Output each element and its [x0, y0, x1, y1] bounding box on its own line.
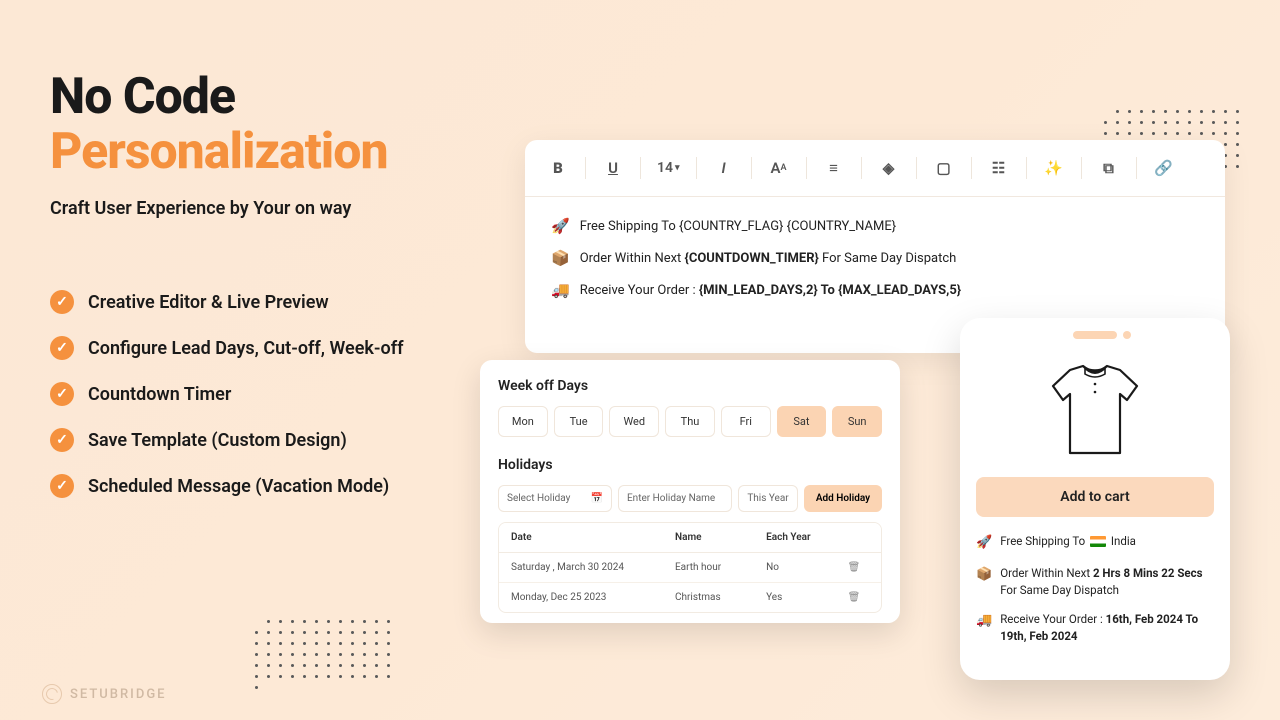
hero-subtitle: Craft User Experience by Your on way [50, 198, 490, 219]
editor-content[interactable]: 🚀 Free Shipping To {COUNTRY_FLAG} {COUNTR… [525, 197, 1225, 323]
table-row: Monday, Dec 25 2023 Christmas Yes 🗑 [499, 583, 881, 612]
holiday-name-input[interactable]: Enter Holiday Name [618, 485, 732, 512]
table-header: Date Name Each Year [499, 523, 881, 553]
col-date: Date [511, 532, 675, 543]
phone-notch [960, 326, 1230, 344]
feature-label: Scheduled Message (Vacation Mode) [88, 476, 389, 497]
cell-date: Saturday , March 30 2024 [511, 562, 675, 573]
feature-label: Creative Editor & Live Preview [88, 292, 329, 313]
cell-each: No [766, 562, 839, 573]
check-icon: ✓ [50, 474, 74, 498]
brand-name: SETUBRIDGE [70, 687, 167, 702]
phone-text: Receive Your Order : 16th, Feb 2024 To 1… [1000, 611, 1214, 646]
day-chip-sat[interactable]: Sat [777, 406, 827, 437]
day-chip-tue[interactable]: Tue [554, 406, 604, 437]
weekoff-card: Week off Days Mon Tue Wed Thu Fri Sat Su… [480, 360, 900, 623]
table-row: Saturday , March 30 2024 Earth hour No 🗑 [499, 553, 881, 583]
add-holiday-button[interactable]: Add Holiday [804, 485, 882, 512]
magic-button[interactable]: ✨ [1039, 154, 1069, 182]
holidays-title: Holidays [498, 457, 882, 473]
copy-button[interactable]: ⧉ [1094, 154, 1124, 182]
editor-text: Receive Your Order : {MIN_LEAD_DAYS,2} T… [580, 283, 961, 298]
weekoff-title: Week off Days [498, 378, 882, 394]
features-list: ✓ Creative Editor & Live Preview ✓ Configu… [50, 290, 404, 520]
phone-text: Order Within Next 2 Hrs 8 Mins 22 Secs F… [1000, 565, 1214, 600]
day-chip-thu[interactable]: Thu [665, 406, 715, 437]
tshirt-icon [1035, 358, 1155, 463]
brand-footer: SETUBRIDGE [42, 684, 167, 704]
phone-messages: 🚀 Free Shipping To India 📦Order Within Ne… [960, 533, 1230, 646]
check-icon: ✓ [50, 290, 74, 314]
package-icon: 📦 [551, 249, 570, 267]
align-button[interactable]: ≡ [819, 154, 849, 182]
phone-preview: Add to cart 🚀 Free Shipping To India 📦Ord… [960, 318, 1230, 680]
font-button[interactable]: AA [764, 154, 794, 182]
truck-icon: 🚚 [551, 281, 570, 299]
cell-name: Christmas [675, 592, 766, 603]
select-holiday-input[interactable]: Select Holiday📅 [498, 485, 612, 512]
link-button[interactable]: 🔗 [1149, 154, 1179, 182]
truck-icon: 🚚 [976, 611, 992, 646]
hero-section: No Code Personalization Craft User Exper… [50, 70, 490, 219]
day-chip-mon[interactable]: Mon [498, 406, 548, 437]
phone-text: Free Shipping To India [1000, 533, 1136, 553]
fill-color-button[interactable]: ◈ [874, 154, 904, 182]
hero-title-line2: Personalization [50, 125, 490, 180]
col-each: Each Year [766, 532, 839, 543]
feature-label: Countdown Timer [88, 384, 231, 405]
phone-line: 🚀 Free Shipping To India [976, 533, 1214, 553]
phone-line: 📦Order Within Next 2 Hrs 8 Mins 22 Secs … [976, 565, 1214, 600]
day-chip-sun[interactable]: Sun [832, 406, 882, 437]
this-year-toggle[interactable]: This Year [738, 485, 798, 512]
add-to-cart-button[interactable]: Add to cart [976, 477, 1214, 517]
feature-item: ✓ Scheduled Message (Vacation Mode) [50, 474, 404, 498]
holiday-form: Select Holiday📅 Enter Holiday Name This … [498, 485, 882, 512]
check-icon: ✓ [50, 336, 74, 360]
trash-icon[interactable]: 🗑 [839, 562, 869, 573]
underline-button[interactable]: U [598, 154, 628, 182]
image-button[interactable]: ▢ [929, 154, 959, 182]
brand-logo-icon [42, 684, 62, 704]
feature-label: Configure Lead Days, Cut-off, Week-off [88, 338, 404, 359]
editor-line: 🚀 Free Shipping To {COUNTRY_FLAG} {COUNTR… [551, 217, 1199, 235]
holiday-table: Date Name Each Year Saturday , March 30 … [498, 522, 882, 613]
bold-button[interactable]: B [543, 154, 573, 182]
trash-icon[interactable]: 🗑 [839, 592, 869, 603]
day-chip-wed[interactable]: Wed [609, 406, 659, 437]
italic-button[interactable]: I [709, 154, 739, 182]
dots-decoration [255, 620, 391, 689]
font-size-select[interactable]: 14▾ [653, 154, 684, 182]
check-icon: ✓ [50, 428, 74, 452]
product-image [960, 350, 1230, 477]
feature-item: ✓ Configure Lead Days, Cut-off, Week-off [50, 336, 404, 360]
rocket-icon: 🚀 [551, 217, 570, 235]
editor-text: Free Shipping To {COUNTRY_FLAG} {COUNTRY… [580, 219, 896, 234]
feature-item: ✓ Creative Editor & Live Preview [50, 290, 404, 314]
rocket-icon: 🚀 [976, 533, 992, 553]
editor-toolbar: B U 14▾ I AA ≡ ◈ ▢ ☷ ✨ ⧉ 🔗 [525, 140, 1225, 197]
cell-name: Earth hour [675, 562, 766, 573]
list-button[interactable]: ☷ [984, 154, 1014, 182]
editor-text: Order Within Next {COUNTDOWN_TIMER} For … [580, 251, 957, 266]
check-icon: ✓ [50, 382, 74, 406]
col-name: Name [675, 532, 766, 543]
cell-each: Yes [766, 592, 839, 603]
india-flag-icon [1090, 536, 1106, 547]
editor-line: 🚚 Receive Your Order : {MIN_LEAD_DAYS,2} … [551, 281, 1199, 299]
calendar-icon: 📅 [591, 493, 603, 504]
feature-label: Save Template (Custom Design) [88, 430, 347, 451]
feature-item: ✓ Countdown Timer [50, 382, 404, 406]
feature-item: ✓ Save Template (Custom Design) [50, 428, 404, 452]
day-selector: Mon Tue Wed Thu Fri Sat Sun [498, 406, 882, 437]
phone-line: 🚚Receive Your Order : 16th, Feb 2024 To … [976, 611, 1214, 646]
editor-line: 📦 Order Within Next {COUNTDOWN_TIMER} For… [551, 249, 1199, 267]
day-chip-fri[interactable]: Fri [721, 406, 771, 437]
hero-title: No Code Personalization [50, 70, 490, 180]
package-icon: 📦 [976, 565, 992, 600]
cell-date: Monday, Dec 25 2023 [511, 592, 675, 603]
hero-title-line1: No Code [50, 68, 235, 126]
